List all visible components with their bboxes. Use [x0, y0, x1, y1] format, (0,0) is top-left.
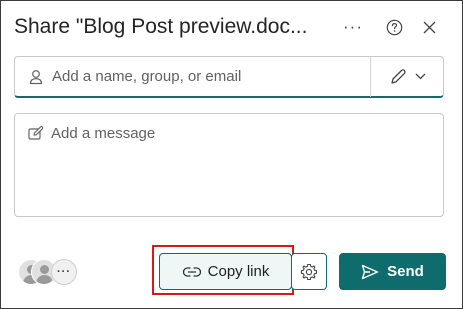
question-circle-icon	[386, 19, 402, 35]
chevron-down-icon	[415, 73, 425, 80]
recipient-field[interactable]: Add a name, group, or email	[14, 56, 444, 98]
pencil-edit-icon	[390, 68, 406, 84]
send-label: Send	[387, 263, 424, 280]
help-button[interactable]	[381, 14, 407, 40]
close-button[interactable]	[416, 14, 442, 40]
close-icon	[423, 21, 435, 33]
more-options-button[interactable]: ···	[340, 14, 366, 40]
message-input[interactable]: Add a message	[51, 125, 155, 142]
copy-link-button[interactable]: Copy link	[159, 253, 292, 290]
shared-with-avatars[interactable]: ···	[18, 259, 78, 287]
link-settings-button[interactable]	[291, 253, 327, 290]
more-people-button[interactable]: ···	[51, 259, 77, 285]
person-icon	[28, 69, 44, 85]
compose-icon	[28, 126, 44, 141]
more-horizontal-icon: ···	[343, 17, 363, 36]
gear-icon	[300, 263, 318, 280]
link-icon	[182, 266, 201, 277]
recipient-input[interactable]: Add a name, group, or email	[52, 68, 370, 85]
message-field[interactable]: Add a message	[14, 113, 444, 217]
send-icon	[361, 264, 379, 279]
send-button[interactable]: Send	[339, 253, 446, 290]
dialog-title: Share "Blog Post preview.doc...	[14, 15, 308, 38]
permission-dropdown[interactable]	[371, 57, 443, 97]
copy-link-label: Copy link	[207, 263, 270, 280]
share-dialog: Share "Blog Post preview.doc... ··· Add …	[0, 0, 463, 309]
